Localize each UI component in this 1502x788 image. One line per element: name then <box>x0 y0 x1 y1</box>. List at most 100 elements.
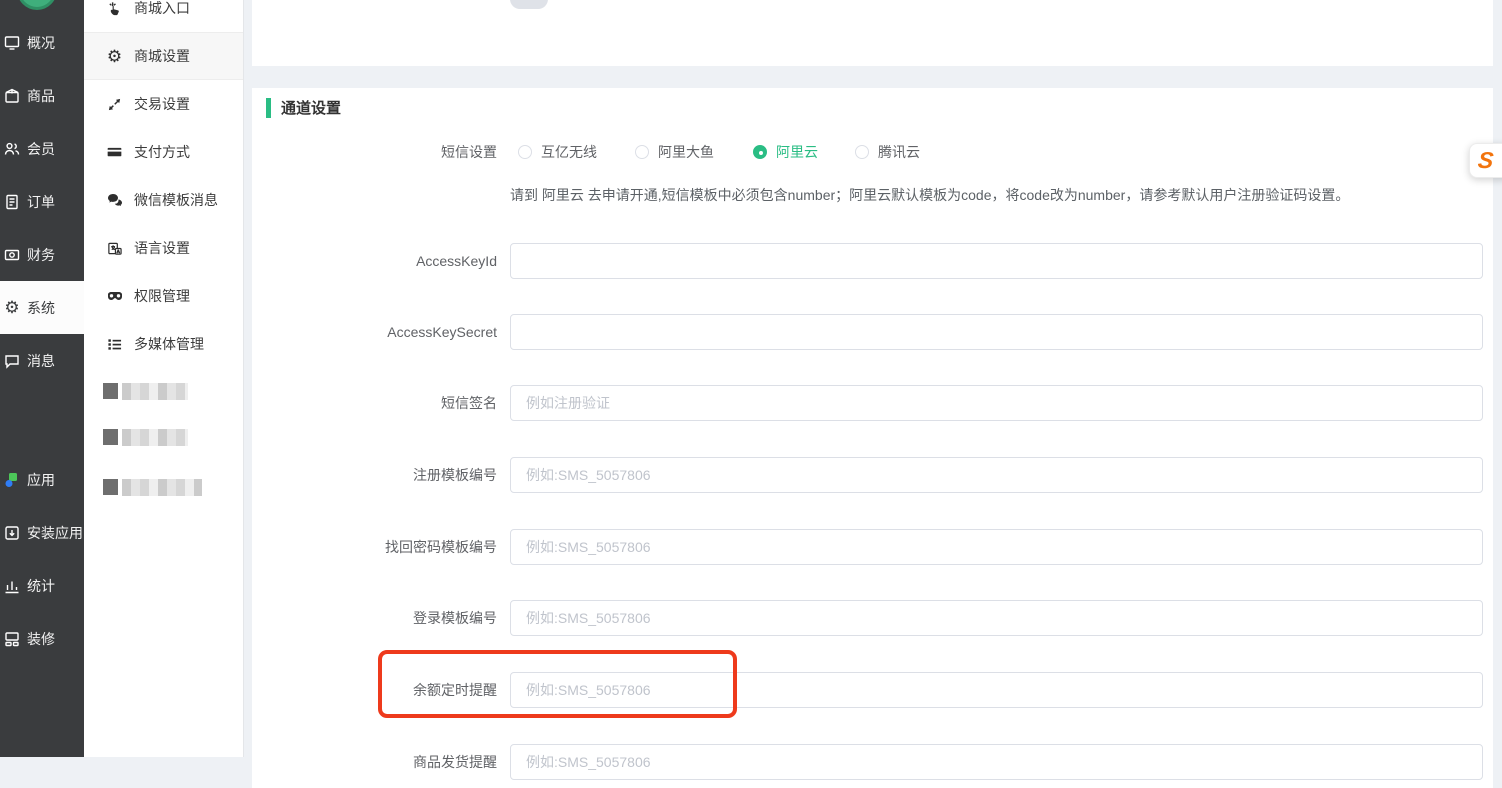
redacted-label <box>122 429 188 446</box>
submenu-item-label: 商城设置 <box>134 46 190 66</box>
mask-icon <box>106 288 123 305</box>
sidebar-item-orders[interactable]: 订单 <box>0 175 84 228</box>
radio-aliyun[interactable]: 阿里云 <box>753 142 818 162</box>
sidebar-item-overview[interactable]: 概况 <box>0 16 84 69</box>
section-title: 通道设置 <box>281 97 341 118</box>
sms-provider-row: 短信设置 互亿无线 阿里大鱼 阿里云 腾讯云 <box>252 142 1493 162</box>
main-content: 通道设置 短信设置 互亿无线 阿里大鱼 阿里云 腾讯云 请到 阿里云 去申请开通… <box>244 0 1502 757</box>
section-accent-bar <box>266 98 271 118</box>
previous-section-card <box>252 0 1493 66</box>
field-label: 找回密码模板编号 <box>252 529 497 565</box>
order-list-icon <box>3 193 21 211</box>
trade-arrows-icon <box>106 96 123 113</box>
submenu-item-redacted[interactable] <box>84 381 243 401</box>
sidebar-item-decoration[interactable]: 装修 <box>0 612 84 665</box>
list-icon <box>106 336 123 353</box>
sidebar-item-apps[interactable]: 应用 <box>0 453 84 506</box>
password-recovery-template-input[interactable] <box>510 529 1483 565</box>
gear-icon: ⚙ <box>3 299 21 317</box>
field-label: 商品发货提醒 <box>252 744 497 780</box>
docked-widget-button[interactable]: S <box>1469 143 1502 178</box>
radio-circle-icon <box>855 145 869 159</box>
sidebar-item-label: 系统 <box>27 298 55 318</box>
submenu-item-multimedia-management[interactable]: 多媒体管理 <box>84 320 243 368</box>
sidebar-item-label: 会员 <box>27 139 55 159</box>
submenu-item-label: 支付方式 <box>134 142 190 162</box>
submenu-item-label: 多媒体管理 <box>134 334 204 354</box>
submenu-item-redacted[interactable] <box>84 477 243 497</box>
redacted-icon <box>103 383 118 399</box>
submenu-item-payment-methods[interactable]: 支付方式 <box>84 128 243 176</box>
bar-chart-icon <box>3 577 21 595</box>
redacted-icon <box>103 429 118 445</box>
radio-ali-dayu[interactable]: 阿里大鱼 <box>635 142 714 162</box>
click-pointer-icon <box>106 0 123 17</box>
aliyun-help-text: 请到 阿里云 去申请开通,短信模板中必须包含number；阿里云默认模板为cod… <box>510 185 1473 205</box>
sidebar-item-finance[interactable]: 财务 <box>0 228 84 281</box>
submenu-item-label: 微信模板消息 <box>134 190 218 210</box>
submenu-item-label: 语言设置 <box>134 238 190 258</box>
chat-bubble-icon <box>3 352 21 370</box>
form-row-password-recovery-template: 找回密码模板编号 <box>252 529 1493 565</box>
radio-label: 互亿无线 <box>541 142 597 162</box>
shipping-reminder-input[interactable] <box>510 744 1483 780</box>
toggle-switch[interactable] <box>510 0 548 9</box>
radio-label: 阿里云 <box>776 142 818 162</box>
sidebar-spacer <box>0 387 84 453</box>
sidebar-item-label: 概况 <box>27 33 55 53</box>
install-download-icon <box>3 524 21 542</box>
sidebar-item-system[interactable]: ⚙ 系统 <box>0 281 84 334</box>
submenu-item-label: 交易设置 <box>134 94 190 114</box>
form-row-register-template: 注册模板编号 <box>252 457 1493 493</box>
accesskeysecret-input[interactable] <box>510 314 1483 350</box>
field-label: AccessKeyId <box>252 243 497 279</box>
submenu-item-language-settings[interactable]: 语言设置 <box>84 224 243 272</box>
submenu-item-redacted[interactable] <box>84 427 243 447</box>
sms-signature-input[interactable] <box>510 385 1483 421</box>
balance-reminder-input[interactable] <box>510 672 1483 708</box>
form-row-accesskeyid: AccessKeyId <box>252 243 1493 279</box>
field-label: 短信签名 <box>252 385 497 421</box>
radio-selected-icon <box>753 145 767 159</box>
field-label: 注册模板编号 <box>252 457 497 493</box>
submenu-item-mall-settings[interactable]: ⚙ 商城设置 <box>84 32 243 80</box>
submenu-item-label: 权限管理 <box>134 286 190 306</box>
credit-card-icon <box>106 144 123 161</box>
form-row-login-template: 登录模板编号 <box>252 600 1493 636</box>
submenu-item-mall-entrance[interactable]: 商城入口 <box>84 0 243 32</box>
language-icon <box>106 240 123 257</box>
sidebar-item-label: 应用 <box>27 470 55 490</box>
redacted-label <box>122 383 188 400</box>
sidebar-item-label: 财务 <box>27 245 55 265</box>
sidebar-item-messages[interactable]: 消息 <box>0 334 84 387</box>
app-logo <box>17 0 57 10</box>
submenu-item-wechat-template[interactable]: 微信模板消息 <box>84 176 243 224</box>
redacted-icon <box>103 479 118 495</box>
radio-tencent-cloud[interactable]: 腾讯云 <box>855 142 920 162</box>
finance-icon <box>3 246 21 264</box>
sidebar-item-goods[interactable]: 商品 <box>0 69 84 122</box>
field-label: 登录模板编号 <box>252 600 497 636</box>
channel-settings-card: 通道设置 短信设置 互亿无线 阿里大鱼 阿里云 腾讯云 请到 阿里云 去申请开通… <box>252 88 1493 788</box>
apps-colored-icon <box>3 471 21 489</box>
wechat-bubbles-icon <box>106 192 123 209</box>
goods-box-icon <box>3 87 21 105</box>
sms-settings-label: 短信设置 <box>252 142 497 162</box>
radio-circle-icon <box>518 145 532 159</box>
register-template-input[interactable] <box>510 457 1483 493</box>
accesskeyid-input[interactable] <box>510 243 1483 279</box>
gear-icon: ⚙ <box>106 48 123 65</box>
radio-huyi-wireless[interactable]: 互亿无线 <box>518 142 597 162</box>
secondary-nav: 商城入口 ⚙ 商城设置 交易设置 支付方式 微信模板消息 <box>84 0 243 368</box>
sidebar-item-statistics[interactable]: 统计 <box>0 559 84 612</box>
sidebar-item-install-apps[interactable]: 安装应用 <box>0 506 84 559</box>
field-label: 余额定时提醒 <box>252 672 497 708</box>
submenu-item-permission-management[interactable]: 权限管理 <box>84 272 243 320</box>
sidebar-item-members[interactable]: 会员 <box>0 122 84 175</box>
submenu-item-label: 商城入口 <box>134 0 190 18</box>
sidebar-item-label: 装修 <box>27 629 55 649</box>
login-template-input[interactable] <box>510 600 1483 636</box>
dashboard-icon <box>3 34 21 52</box>
secondary-sidebar: 商城入口 ⚙ 商城设置 交易设置 支付方式 微信模板消息 <box>84 0 244 757</box>
submenu-item-trade-settings[interactable]: 交易设置 <box>84 80 243 128</box>
